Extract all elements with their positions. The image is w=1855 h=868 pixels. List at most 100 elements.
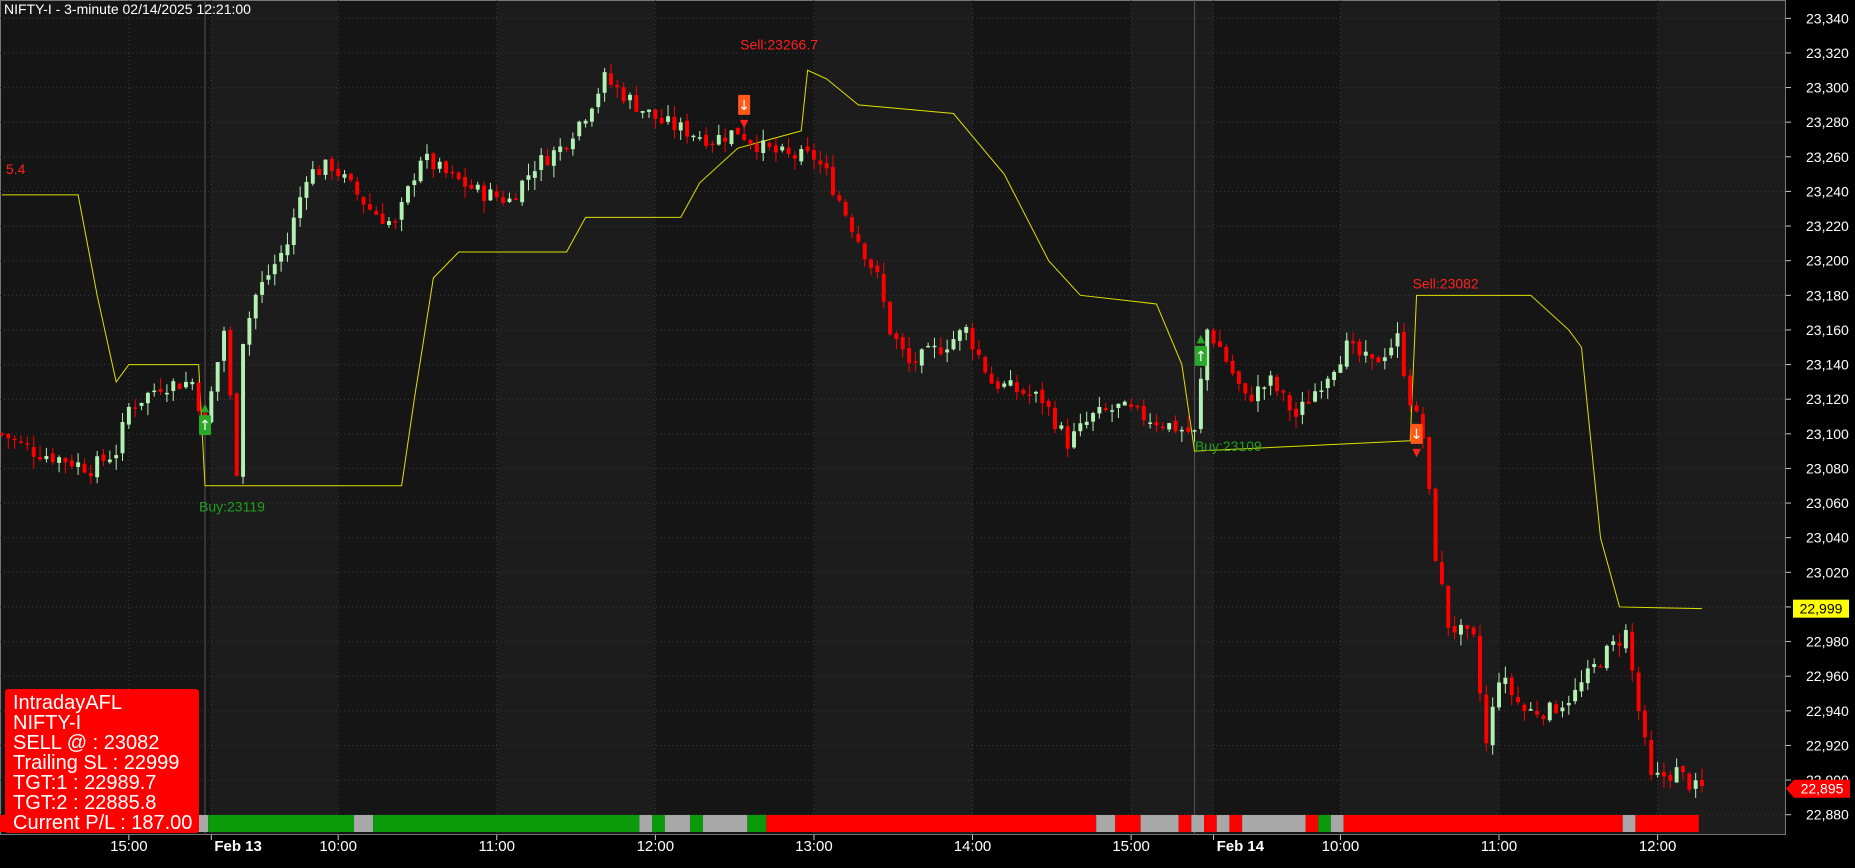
candle-body <box>1630 631 1635 671</box>
candle-body <box>183 381 188 388</box>
candle-body <box>1332 371 1337 381</box>
candle-body <box>241 344 246 477</box>
candle-body <box>913 361 918 363</box>
candle-body <box>1040 389 1045 404</box>
x-tick-label: 15:00 <box>1112 838 1150 855</box>
candle-body <box>69 460 74 467</box>
candle-body <box>1547 702 1552 721</box>
candle-body <box>1306 401 1311 404</box>
ribbon-segment <box>1204 815 1217 832</box>
stop-price-tag-label: 22,999 <box>1800 601 1843 617</box>
candle-body <box>1167 423 1172 430</box>
candle-body <box>1503 677 1508 685</box>
x-tick-label: 10:00 <box>319 838 357 855</box>
candle-body <box>222 330 226 361</box>
candle-body <box>1598 666 1603 668</box>
candle-body <box>1351 341 1356 344</box>
candle-body <box>938 347 943 355</box>
candle-body <box>1059 425 1064 429</box>
candle-body <box>298 197 303 218</box>
candle-body <box>234 393 239 476</box>
price-chart[interactable]: ↑ ▲ Buy:23119 ↓ ▼ Sell:23266.7 ↑ ▲ Buy:23109 ↓ ▼ Se… <box>0 0 1855 868</box>
ribbon-segment <box>354 815 374 832</box>
candle-body <box>1141 405 1146 421</box>
candle-body <box>444 161 448 174</box>
candle-body <box>583 120 588 124</box>
candle-body <box>1516 697 1521 703</box>
candle-body <box>1522 704 1527 712</box>
candle-body <box>1661 771 1666 777</box>
candle-body <box>1300 401 1305 415</box>
plot-panel <box>0 0 1786 835</box>
down-arrow-icon: ▼ <box>1412 446 1421 459</box>
candle-body <box>1217 341 1222 348</box>
candle-body <box>1439 562 1444 585</box>
candle-body <box>945 349 950 353</box>
candle-body <box>1401 331 1406 376</box>
up-arrow-icon: ↑ <box>1195 349 1207 365</box>
sell-signal-label: Sell:23082 <box>1413 275 1479 291</box>
ribbon-segment <box>1229 815 1243 832</box>
ribbon-segment <box>766 815 1097 832</box>
candle-body <box>1636 672 1641 712</box>
candle-body <box>1458 624 1463 635</box>
candle-body <box>1433 488 1438 561</box>
x-tick-label: Feb 14 <box>1217 838 1265 855</box>
candle-body <box>780 146 785 151</box>
candle-body <box>1655 772 1660 775</box>
candle-body <box>501 197 506 203</box>
sell-signal-label: Sell:23266.7 <box>740 36 818 52</box>
down-arrow-icon: ↓ <box>1411 427 1423 443</box>
candle-body <box>837 195 842 201</box>
info-target-1: TGT:1 : 22989.7 <box>13 772 157 794</box>
candle-body <box>44 455 49 460</box>
ribbon-segment <box>1330 815 1344 832</box>
candle-body <box>133 407 138 409</box>
candle-body <box>1357 341 1362 356</box>
candle-body <box>1078 423 1083 432</box>
y-tick-label: 23,200 <box>1806 253 1849 269</box>
candle-body <box>1313 391 1318 402</box>
candle-body <box>361 197 366 205</box>
candle-body <box>995 381 1000 389</box>
up-arrow-icon: ▲ <box>1197 332 1206 345</box>
y-tick-label: 23,100 <box>1806 426 1849 442</box>
candle-body <box>1135 405 1140 408</box>
candle-body <box>1700 779 1704 787</box>
candle-body <box>1027 394 1032 396</box>
chart-title: NIFTY-I - 3-minute 02/14/2025 12:21:00 <box>4 1 251 17</box>
candle-body <box>621 87 626 102</box>
candle-body <box>171 381 176 391</box>
candle-body <box>38 457 43 460</box>
candle-body <box>894 333 899 340</box>
candle-body <box>1148 422 1153 424</box>
y-tick-label: 22,980 <box>1806 634 1849 650</box>
candle-body <box>1370 354 1375 359</box>
candle-body <box>907 348 912 364</box>
candle-body <box>31 447 36 457</box>
candle-body <box>488 189 493 201</box>
ribbon-segment <box>1115 815 1141 832</box>
y-tick-label: 23,340 <box>1806 10 1849 26</box>
candle-body <box>976 349 981 355</box>
candle-body <box>1160 426 1165 429</box>
candle-body <box>367 204 372 210</box>
candle-body <box>672 116 677 130</box>
candle-body <box>76 462 81 467</box>
y-tick-label: 22,880 <box>1806 807 1849 823</box>
candle-body <box>456 172 461 180</box>
candle-body <box>425 153 429 161</box>
info-current-pl: Current P/L : 187.00 <box>13 812 193 834</box>
candle-body <box>843 201 848 216</box>
candle-body <box>1363 351 1368 356</box>
candle-body <box>1319 390 1324 392</box>
candle-body <box>418 160 423 182</box>
buy-signal-label: Buy:23119 <box>199 499 265 515</box>
candle-body <box>393 221 398 223</box>
candle-body <box>1541 715 1546 720</box>
candle-body <box>1649 739 1654 775</box>
candle-body <box>1002 383 1007 387</box>
candle-body <box>1585 668 1590 684</box>
candle-body <box>761 140 766 153</box>
y-tick-label: 23,120 <box>1806 391 1849 407</box>
